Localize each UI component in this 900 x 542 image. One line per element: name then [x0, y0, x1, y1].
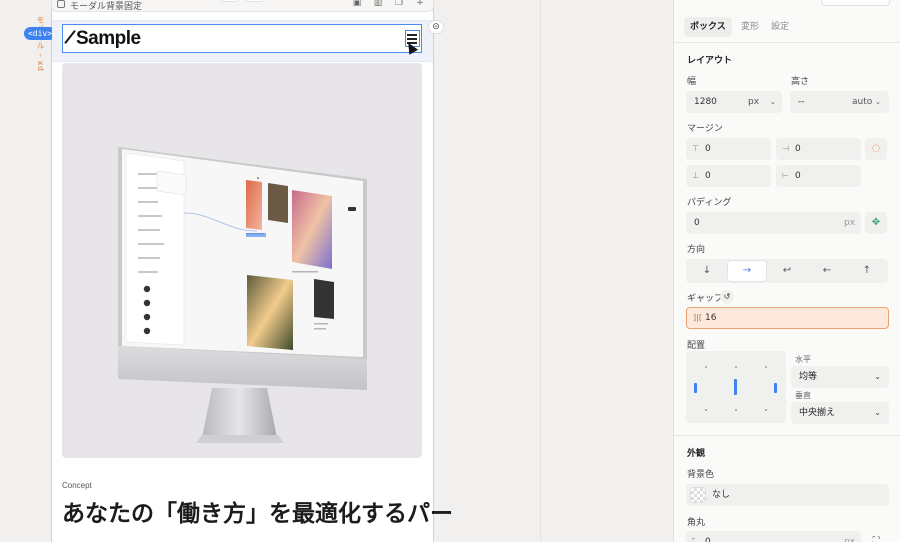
gap-value: 16 — [705, 313, 717, 323]
gap-field[interactable]: ]|[ 16 — [686, 307, 889, 329]
horizontal-select[interactable]: 均等 ⌄ — [791, 366, 889, 388]
transparent-swatch[interactable] — [690, 487, 706, 503]
margin-right-icon: ⊣ — [782, 144, 789, 153]
direction-right-icon[interactable]: → — [728, 261, 766, 281]
bg-color-label: 背景色 — [687, 470, 715, 480]
chevron-down-icon[interactable]: ⌄ — [875, 91, 881, 113]
margin-label: マージン — [687, 124, 723, 134]
tabs-divider — [674, 42, 900, 43]
height-label: 高さ — [791, 77, 810, 87]
add-icon[interactable]: + — [415, 0, 425, 8]
horizontal-label: 水平 — [795, 355, 811, 364]
section-divider — [674, 435, 900, 436]
properties-panel: ボックス 変形 設定 レイアウト 幅 高さ 1280 px ⌄ -- auto … — [673, 0, 900, 542]
vertical-label: 垂直 — [795, 391, 811, 400]
gap-icon: ]|[ — [693, 313, 702, 322]
tab-settings[interactable]: 設定 — [765, 17, 795, 37]
padding-unit[interactable]: px — [844, 212, 855, 234]
width-label: 幅 — [687, 77, 697, 87]
margin-left-icon: ⊢ — [782, 171, 789, 180]
bg-color-value: なし — [712, 490, 731, 500]
width-value: 1280 — [694, 97, 717, 107]
bg-color-field[interactable]: なし — [686, 484, 889, 506]
canvas-guide — [540, 0, 541, 542]
brand-logo[interactable]: Sample — [63, 28, 141, 50]
height-field[interactable]: -- auto ⌄ — [790, 91, 889, 113]
radius-label: 角丸 — [687, 518, 706, 528]
corner-radius-icon: ⌜ — [692, 537, 696, 542]
expand-corners-icon[interactable]: ⛶ — [865, 531, 887, 542]
alignment-grid[interactable] — [686, 351, 786, 423]
align-label: 配置 — [687, 341, 706, 351]
margin-top-icon: ⊤ — [692, 144, 699, 153]
header-selected-box[interactable]: Sample — [62, 24, 422, 53]
chevron-down-icon: ⌄ — [874, 408, 881, 417]
direction-toggle-group: ↓ → ↩ ← ↑ — [686, 259, 888, 283]
trash-icon[interactable]: ▥ — [373, 0, 383, 8]
reset-icon[interactable]: ↺ — [720, 290, 734, 304]
panel-top-button[interactable] — [821, 0, 890, 6]
tab-box[interactable]: ボックス — [684, 17, 732, 37]
padding-label: パディング — [687, 198, 732, 208]
link-icon[interactable]: ⊝ — [428, 20, 444, 34]
margin-left-field[interactable]: ⊢ 0 — [776, 165, 861, 187]
margin-top-field[interactable]: ⊤ 0 — [686, 138, 771, 160]
chevron-down-icon[interactable]: ⌄ — [770, 91, 776, 113]
frame-side-label: モバイル – xd — [36, 16, 45, 72]
frame-toolbar-label: モーダル背景固定 — [70, 2, 143, 12]
direction-label: 方向 — [687, 245, 706, 255]
radius-field[interactable]: ⌜ 0 px — [686, 531, 861, 542]
padding-expand-icon[interactable]: ✥ — [865, 212, 887, 234]
layout-section-title: レイアウト — [687, 56, 733, 66]
direction-up-icon[interactable]: ↑ — [848, 261, 886, 281]
checkbox-icon[interactable] — [57, 0, 65, 8]
padding-field[interactable]: 0 px — [686, 212, 861, 234]
vertical-select[interactable]: 中央揃え ⌄ — [791, 402, 889, 424]
design-canvas[interactable]: モーダル背景固定 ▣ ▥ ❐ + モバイル – xd <div> Sample … — [0, 0, 673, 542]
imac-illustration — [118, 147, 367, 443]
margin-right-field[interactable]: ⊣ 0 — [776, 138, 861, 160]
margin-link-icon[interactable]: ◌ — [865, 138, 887, 160]
concept-label: Concept — [62, 481, 92, 490]
duplicate-icon[interactable]: ❐ — [394, 0, 404, 8]
margin-bottom-icon: ⊥ — [692, 171, 699, 180]
appearance-section-title: 外観 — [687, 449, 706, 459]
direction-left-icon[interactable]: ← — [808, 261, 846, 281]
direction-wrap-icon[interactable]: ↩ — [768, 261, 806, 281]
width-field[interactable]: 1280 px ⌄ — [686, 91, 782, 113]
toolbar-pill[interactable] — [244, 0, 266, 2]
hero-image — [62, 63, 422, 458]
toolbar-pill[interactable] — [218, 0, 240, 2]
width-unit[interactable]: px — [748, 91, 759, 113]
height-unit[interactable]: auto — [852, 91, 872, 113]
margin-bottom-field[interactable]: ⊥ 0 — [686, 165, 771, 187]
chevron-down-icon: ⌄ — [874, 372, 881, 381]
padding-value: 0 — [694, 218, 700, 228]
direction-down-icon[interactable]: ↓ — [688, 261, 726, 281]
height-value: -- — [798, 97, 805, 107]
tab-transform[interactable]: 変形 — [735, 17, 765, 37]
frame-toolbar: モーダル背景固定 ▣ ▥ ❐ + — [51, 0, 434, 12]
gap-label: ギャップ — [687, 294, 724, 304]
hero-headline: あなたの「働き方」を最適化するパー — [62, 501, 453, 527]
camera-icon[interactable]: ▣ — [352, 0, 362, 8]
